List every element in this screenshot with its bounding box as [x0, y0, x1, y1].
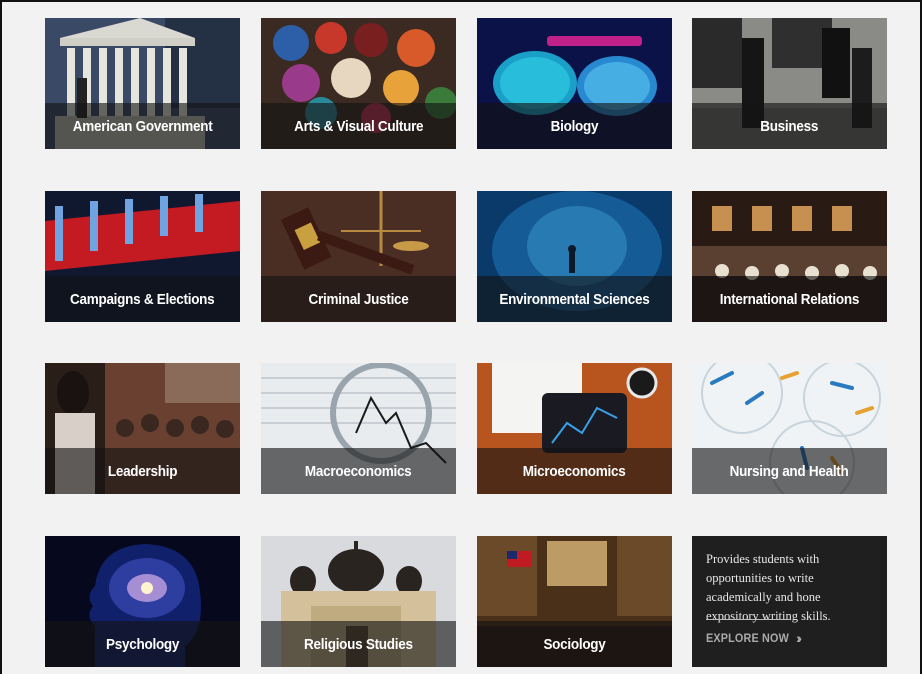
tile-label-bar: Criminal Justice	[261, 276, 456, 322]
promo-description: Provides students with opportunities to …	[706, 552, 831, 623]
tile-arts-visual-culture[interactable]: Arts & Visual Culture	[261, 18, 456, 149]
tile-label-bar: Religious Studies	[261, 621, 456, 667]
tile-label-bar: Campaigns & Elections	[45, 276, 240, 322]
tile-label-bar: Microeconomics	[477, 448, 672, 494]
tile-religious-studies[interactable]: Religious Studies	[261, 536, 456, 667]
tile-microeconomics[interactable]: Microeconomics	[477, 363, 672, 494]
tile-american-government[interactable]: American Government	[45, 18, 240, 149]
tile-psychology[interactable]: Psychology	[45, 536, 240, 667]
tile-label-bar: Macroeconomics	[261, 448, 456, 494]
tile-label: Religious Studies	[304, 635, 413, 653]
tile-label-bar: Leadership	[45, 448, 240, 494]
tile-business[interactable]: Business	[692, 18, 887, 149]
tile-label-bar: Arts & Visual Culture	[261, 103, 456, 149]
tile-label: Nursing and Health	[730, 462, 849, 480]
tile-international-relations[interactable]: International Relations	[692, 191, 887, 322]
tile-biology[interactable]: Biology	[477, 18, 672, 149]
tile-label-bar: Psychology	[45, 621, 240, 667]
explore-now-link[interactable]: EXPLORE NOW ››	[706, 630, 802, 646]
page-frame: American Government Arts & Visual Cultur…	[0, 0, 922, 674]
tile-label: Macroeconomics	[305, 462, 412, 480]
promo-card: Provides students with opportunities to …	[692, 536, 887, 667]
tile-label: Sociology	[543, 635, 606, 653]
tile-environmental-sciences[interactable]: Environmental Sciences	[477, 191, 672, 322]
tile-nursing-health[interactable]: Nursing and Health	[692, 363, 887, 494]
tile-label: Microeconomics	[523, 462, 626, 480]
explore-now-label: EXPLORE NOW	[706, 631, 789, 645]
tile-label-bar: American Government	[45, 103, 240, 149]
tile-criminal-justice[interactable]: Criminal Justice	[261, 191, 456, 322]
double-chevron-right-icon: ››	[796, 630, 802, 646]
tile-label: Business	[760, 117, 819, 135]
tile-label-bar: Business	[692, 103, 887, 149]
tile-label: Leadership	[107, 462, 178, 480]
tile-label: Psychology	[105, 635, 180, 653]
tile-label: American Government	[72, 117, 213, 135]
subject-grid: American Government Arts & Visual Cultur…	[2, 2, 920, 674]
tile-label-bar: Nursing and Health	[692, 448, 887, 494]
promo-divider	[706, 619, 791, 620]
tile-label: Biology	[550, 117, 599, 135]
tile-macroeconomics[interactable]: Macroeconomics	[261, 363, 456, 494]
tile-label: Campaigns & Elections	[70, 290, 215, 308]
tile-label: Environmental Sciences	[499, 290, 650, 308]
tile-label-bar: Sociology	[477, 621, 672, 667]
tile-label: Criminal Justice	[308, 290, 409, 308]
tile-label-bar: Environmental Sciences	[477, 276, 672, 322]
tile-label: International Relations	[719, 290, 860, 308]
tile-campaigns-elections[interactable]: Campaigns & Elections	[45, 191, 240, 322]
tile-label-bar: Biology	[477, 103, 672, 149]
tile-label-bar: International Relations	[692, 276, 887, 322]
tile-sociology[interactable]: Sociology	[477, 536, 672, 667]
tile-label: Arts & Visual Culture	[293, 117, 424, 135]
tile-leadership[interactable]: Leadership	[45, 363, 240, 494]
